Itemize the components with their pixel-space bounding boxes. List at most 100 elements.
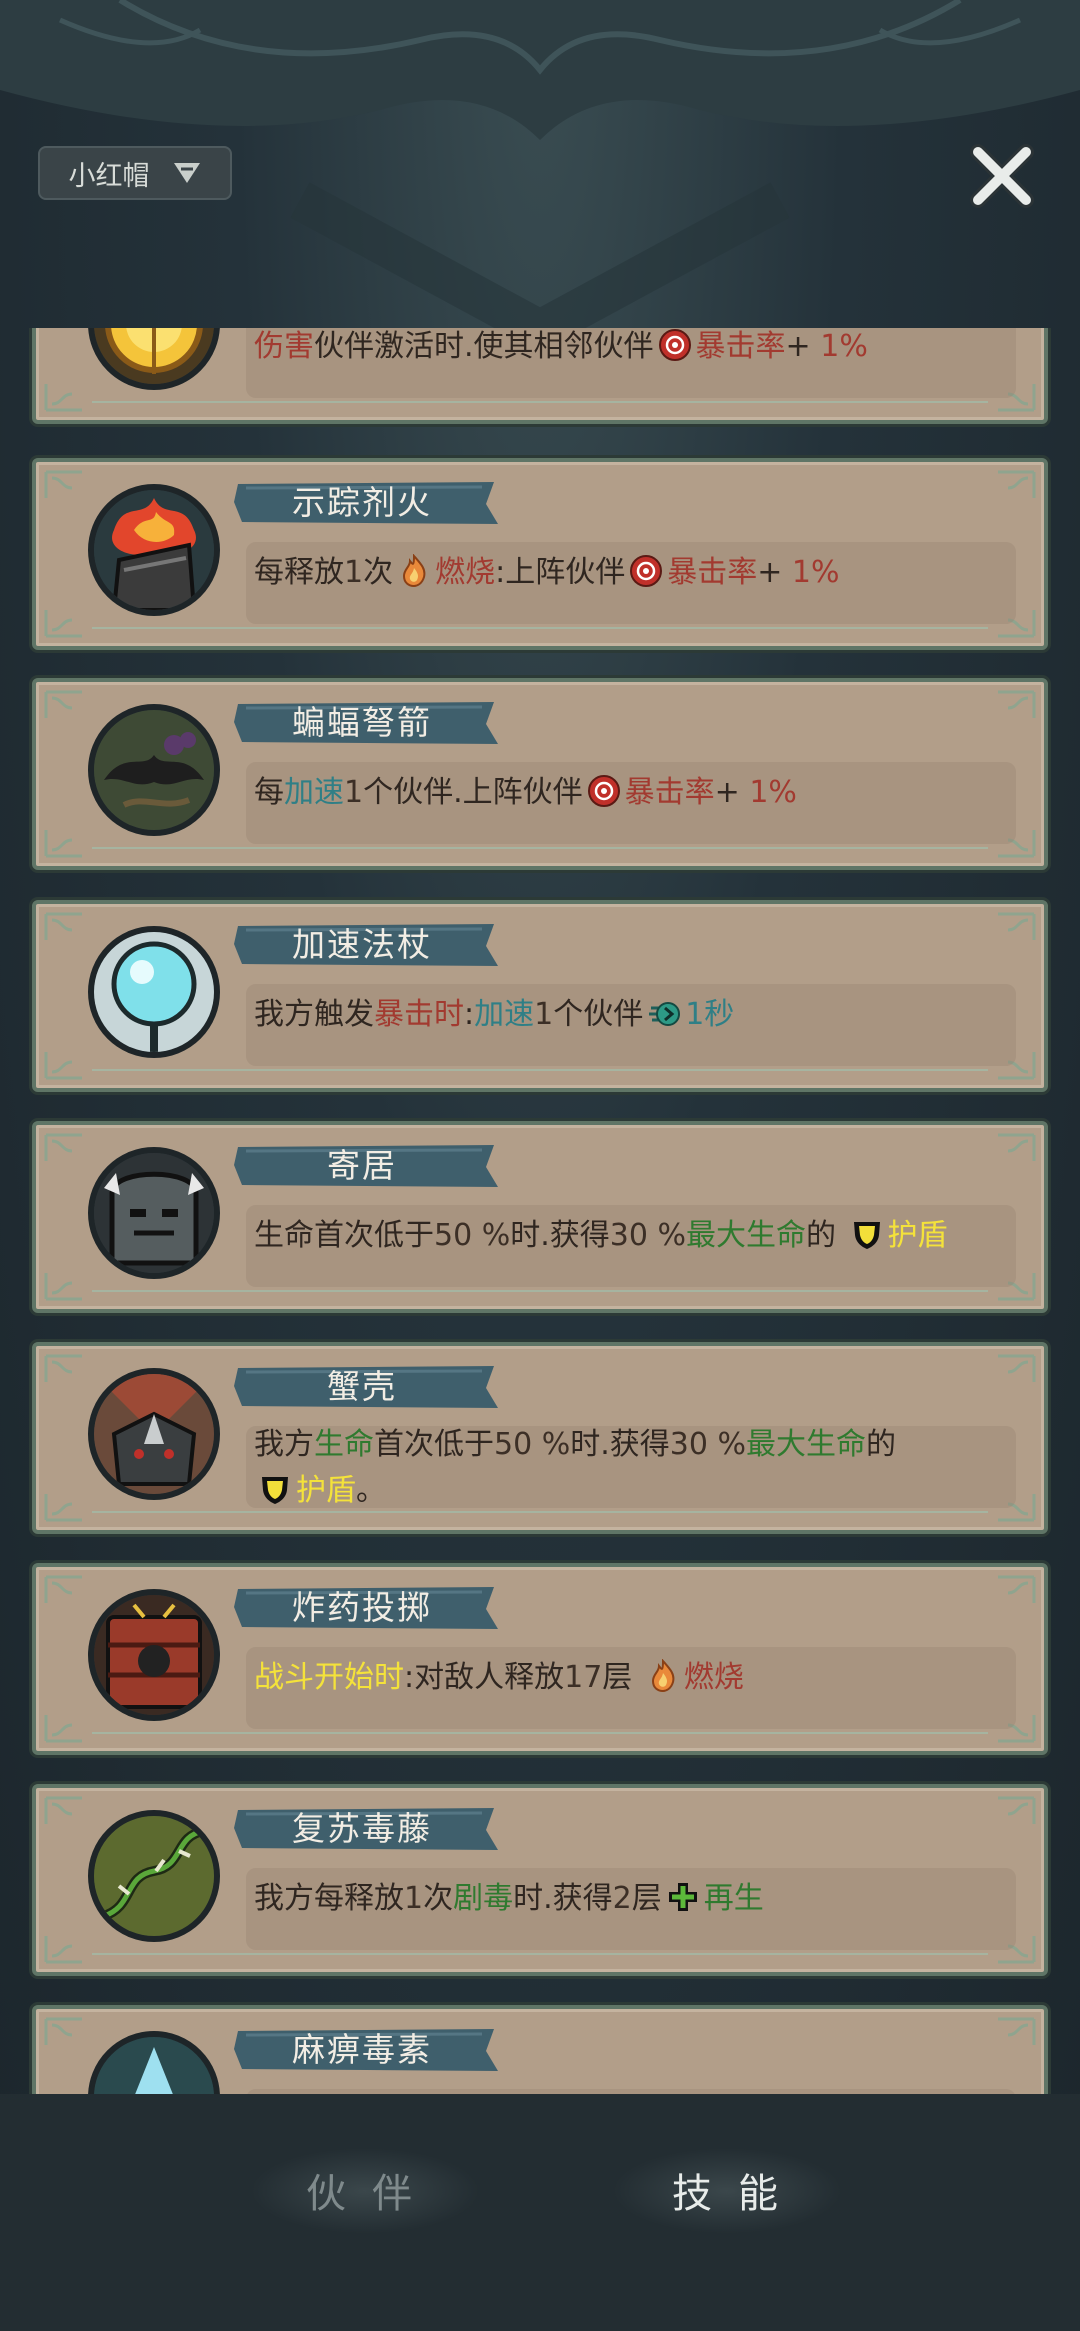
title-banner: 示踪剂火 (232, 480, 502, 526)
iron-helmet-icon (88, 1147, 220, 1279)
description-text: 我方触发 (254, 997, 374, 1032)
skill-description: 战斗开始时:对敌人释放17层 燃烧 (254, 1655, 1014, 1701)
skill-card[interactable]: 蟹壳我方生命首次低于50 %时.获得30 %最大生命的 护盾。 (32, 1342, 1048, 1534)
skill-title: 复苏毒藤 (292, 1809, 432, 1848)
description-text: 1秒 (685, 997, 735, 1032)
description-text: 暴击率 (624, 775, 715, 810)
description-text: 每释放 (254, 555, 344, 590)
flaming-torch-icon (88, 484, 220, 616)
description-text: 。 (356, 1473, 386, 1508)
description-text: 暴击时 (374, 997, 464, 1032)
description-text: 伙伴激活时.使其相邻伙伴 (314, 329, 654, 364)
burn-icon (397, 553, 431, 588)
description-text: 战斗开始时 (254, 1660, 404, 1695)
skill-list[interactable]: 伤害伙伴激活时.使其相邻伙伴 暴击率+ 1% 示踪剂火 每释放1次 燃烧:上阵伙伴 暴击率… (0, 328, 1080, 2094)
description-text: 30 % (669, 1427, 746, 1462)
description-text: 次 (423, 1881, 454, 1916)
burn-icon (646, 1658, 680, 1693)
description-text: 生命首次低于 (254, 1218, 434, 1253)
description-text: 我方 (254, 1427, 314, 1462)
skill-title: 蝙蝠弩箭 (292, 703, 432, 742)
description-text: 次 (363, 555, 394, 590)
skill-card[interactable]: 蝙蝠弩箭 每加速1个伙伴.上阵伙伴 暴击率+ 1% (32, 678, 1048, 870)
description-text: 暴击率 (667, 555, 758, 590)
skill-title: 蟹壳 (327, 1367, 397, 1406)
description-text: 燃烧 (683, 1660, 744, 1695)
character-selector[interactable]: 小红帽 (38, 146, 232, 200)
shield-icon (850, 1217, 884, 1251)
haste-icon (647, 996, 681, 1030)
skill-title: 示踪剂火 (292, 483, 432, 522)
dynamite-icon (88, 1589, 220, 1721)
skill-title: 麻痹毒素 (292, 2030, 432, 2069)
crit-icon (658, 328, 692, 362)
description-text: 时.获得 (513, 1881, 613, 1916)
description-text: 加速 (474, 997, 535, 1032)
description-text: 个伙伴 (553, 997, 644, 1032)
description-text: 层 (602, 1660, 642, 1695)
description-text: 我方每释放 (254, 1881, 404, 1916)
skill-card[interactable]: 示踪剂火 每释放1次 燃烧:上阵伙伴 暴击率+ 1% (32, 458, 1048, 650)
description-text: 首次低于 (374, 1427, 494, 1462)
skill-card[interactable]: 炸药投掷战斗开始时:对敌人释放17层 燃烧 (32, 1563, 1048, 1755)
shield-icon (258, 1472, 292, 1506)
bottom-tab-bar: 伙伴 技能 (0, 2094, 1080, 2331)
skill-title: 寄居 (327, 1146, 397, 1185)
tab-skills[interactable]: 技能 (672, 2164, 804, 2224)
skill-description: 每释放1次 燃烧:上阵伙伴 暴击率+ 1% (254, 550, 1014, 596)
description-text: 1 (344, 555, 364, 590)
crab-shell-icon (88, 1368, 220, 1500)
crit-icon (587, 774, 621, 808)
close-icon[interactable] (966, 140, 1038, 212)
description-text: 生命 (314, 1427, 374, 1462)
title-banner: 炸药投掷 (232, 1585, 502, 1631)
description-text: 1 (344, 775, 364, 810)
skill-card[interactable]: 加速法杖 我方触发暴击时:加速1个伙伴 1秒 (32, 900, 1048, 1092)
description-text: 1 (404, 1881, 424, 1916)
skill-description: 生命首次低于50 %时.获得30 %最大生命的 护盾 (254, 1213, 1014, 1259)
description-text: :对敌人释放 (404, 1660, 565, 1695)
description-text: 最大生命 (685, 1218, 806, 1253)
description-text: :上阵伙伴 (495, 555, 626, 590)
thorn-vine-icon (88, 1810, 220, 1942)
title-banner: 复苏毒藤 (232, 1806, 502, 1852)
description-text: 50 % (494, 1427, 571, 1462)
description-text: 暴击率 (695, 329, 786, 364)
bat-crossbow-icon (88, 704, 220, 836)
description-text: 剧毒 (453, 1881, 514, 1916)
skill-description: 我方每释放1次剧毒时.获得2层 再生 (254, 1876, 1014, 1922)
description-text: 护盾 (887, 1218, 948, 1253)
description-text: 护盾 (296, 1473, 356, 1508)
description-text: + (714, 775, 750, 810)
description-text: 层 (631, 1881, 662, 1916)
title-banner: 麻痹毒素 (232, 2027, 502, 2073)
character-name: 小红帽 (68, 160, 150, 192)
description-text: 1% (749, 775, 797, 810)
title-banner: 加速法杖 (232, 922, 502, 968)
description-text: 时.获得 (510, 1218, 610, 1253)
skill-card[interactable]: 复苏毒藤我方每释放1次剧毒时.获得2层 再生 (32, 1784, 1048, 1976)
description-text: 30 % (609, 1218, 686, 1253)
description-text: 再生 (703, 1881, 764, 1916)
description-text: 个伙伴.上阵伙伴 (363, 775, 583, 810)
description-text: 时.获得 (570, 1427, 670, 1462)
description-text: 50 % (434, 1218, 511, 1253)
description-text: 1 (534, 997, 554, 1032)
description-text: 最大生命 (745, 1427, 866, 1462)
description-text: 2 (612, 1881, 632, 1916)
description-text: 17 (564, 1660, 603, 1695)
description-text: + (785, 329, 821, 364)
skill-description: 我方生命首次低于50 %时.获得30 %最大生命的 护盾。 (254, 1422, 1014, 1514)
skill-description: 每加速1个伙伴.上阵伙伴 暴击率+ 1% (254, 770, 1014, 816)
regen-icon (666, 1880, 700, 1914)
title-banner: 蟹壳 (232, 1364, 502, 1410)
dropdown-arrow-icon (173, 163, 200, 183)
tab-partners[interactable]: 伙伴 (306, 2164, 438, 2224)
description-text: 1% (820, 329, 868, 364)
skill-card[interactable]: 寄居生命首次低于50 %时.获得30 %最大生命的 护盾 (32, 1121, 1048, 1313)
skill-card[interactable]: 麻痹毒素 (32, 2005, 1048, 2094)
description-text: 1% (791, 555, 840, 590)
skill-card[interactable]: 伤害伙伴激活时.使其相邻伙伴 暴击率+ 1% (32, 328, 1048, 424)
skill-description: 伤害伙伴激活时.使其相邻伙伴 暴击率+ 1% (254, 328, 1014, 370)
crit-icon (629, 554, 663, 588)
